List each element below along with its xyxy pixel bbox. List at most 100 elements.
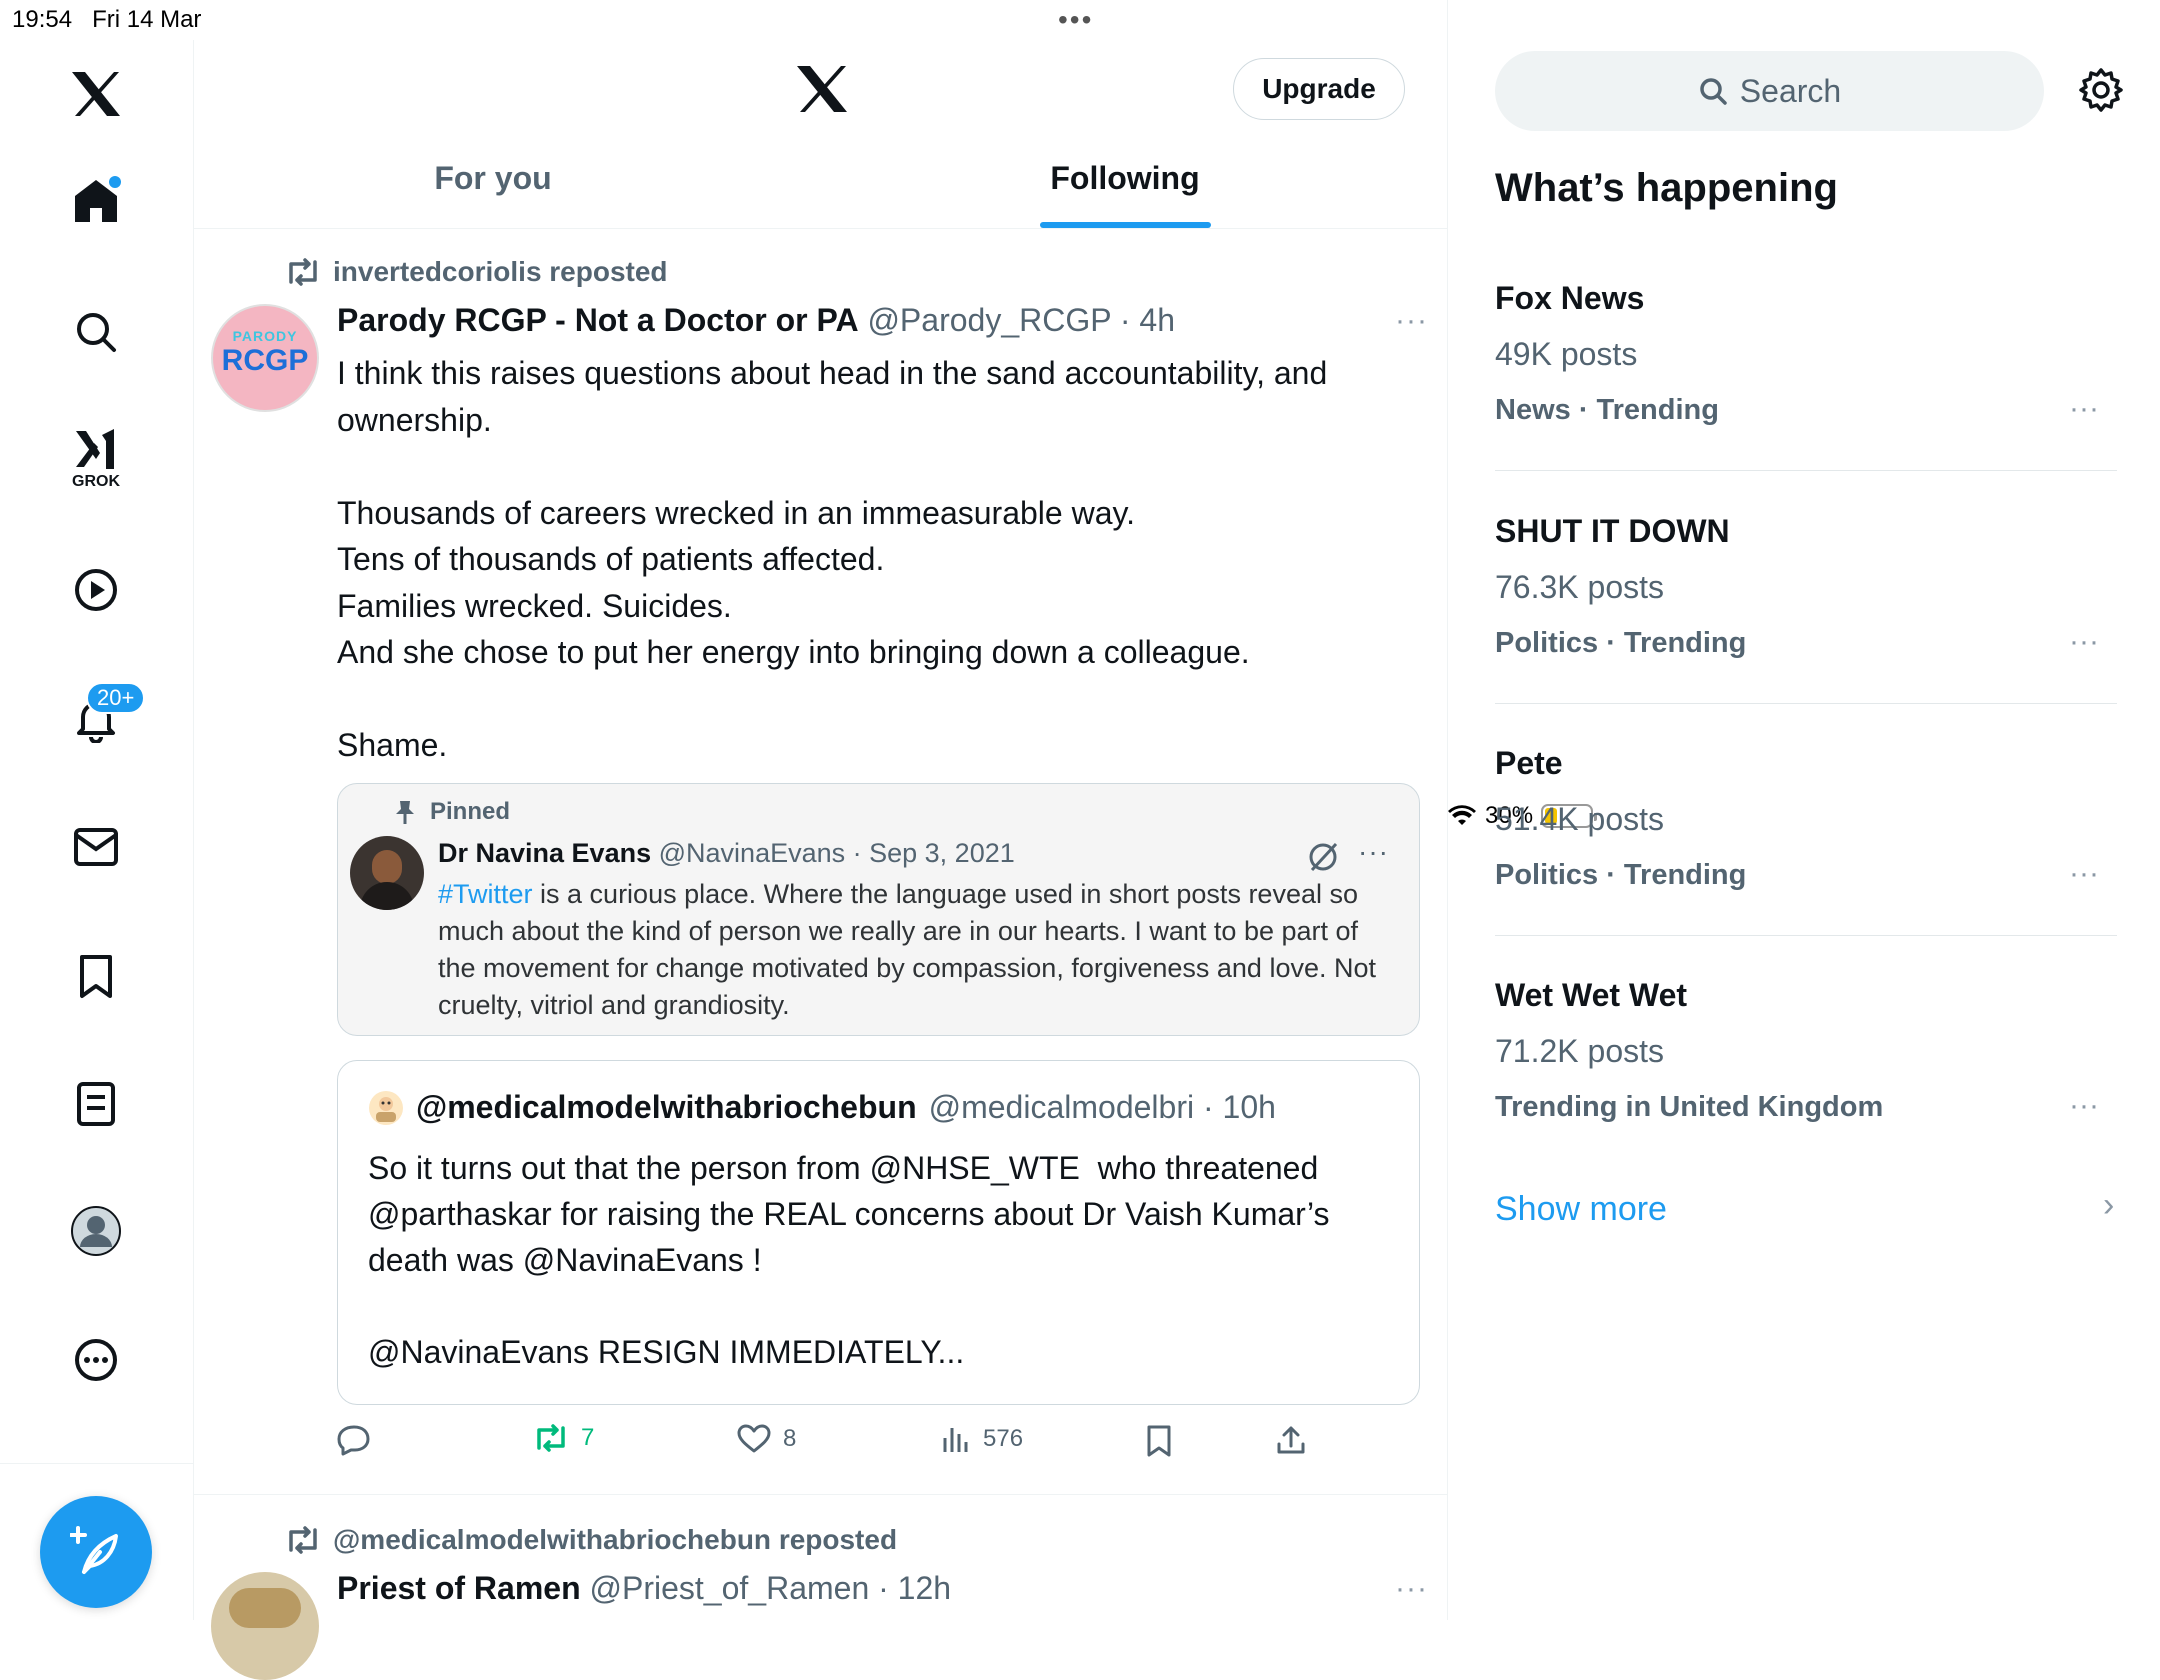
status-time: 19:54 Fri 14 Mar: [12, 6, 202, 33]
pinned-author-name[interactable]: Dr Navina Evans: [438, 838, 651, 868]
dot-separator: ·: [845, 838, 870, 868]
quoted-post-text: So it turns out that the person from @NH…: [368, 1150, 1330, 1370]
navina-avatar[interactable]: [350, 836, 424, 910]
quoted-author-handle: @medicalmodelbri · 10h: [928, 1089, 1276, 1125]
header-divider: [193, 228, 1447, 229]
nav-divider: [0, 1463, 193, 1464]
grok-label: GROK: [72, 473, 120, 490]
trend-posts: 71.2K posts: [1495, 1033, 1664, 1069]
trend-title: Pete: [1495, 745, 1563, 781]
author-name[interactable]: Parody RCGP - Not a Doctor or PA: [337, 302, 859, 338]
compose-post-button[interactable]: [40, 1496, 152, 1608]
post2-author-handle[interactable]: @Priest_of_Ramen: [590, 1570, 870, 1606]
quoted-author-name[interactable]: @medicalmodelwithabriochebun: [416, 1089, 917, 1126]
pinned-quote-card[interactable]: Pinned Dr Navina Evans @NavinaEvans · Se…: [337, 783, 1420, 1036]
like-button[interactable]: 8: [737, 1424, 796, 1454]
trend-category: Politics · Trending: [1495, 859, 1747, 891]
post-author-line: Parody RCGP - Not a Doctor or PA @Parody…: [337, 302, 1175, 339]
show-more-link[interactable]: Show more: [1495, 1190, 1667, 1229]
trend-more-icon[interactable]: ···: [2069, 625, 2099, 659]
lists-document-icon[interactable]: [63, 1071, 129, 1137]
settings-gear-icon[interactable]: [2077, 66, 2125, 114]
repost-by-label-2: @medicalmodelwithabriochebun reposted: [333, 1524, 898, 1555]
bookmark-icon: [1147, 1425, 1171, 1457]
trend-more-icon[interactable]: ···: [2069, 857, 2099, 891]
trend-category: News · Trending: [1495, 394, 1719, 426]
pinned-quote-text: #Twitter is a curious place. Where the l…: [438, 879, 1376, 1020]
messages-envelope-icon[interactable]: [63, 814, 129, 880]
hashtag-link[interactable]: #Twitter: [438, 879, 533, 909]
notifications-badge: 20+: [86, 682, 146, 714]
search-field[interactable]: Search: [1495, 51, 2044, 131]
trend-title: Fox News: [1495, 280, 1645, 316]
heart-icon: [737, 1424, 771, 1453]
trend-title: SHUT IT DOWN: [1495, 513, 1730, 549]
quoted-author-line: @medicalmodelwithabriochebun @medicalmod…: [368, 1089, 1276, 1126]
left-nav: GROK 20+: [0, 40, 194, 1620]
bookmarks-icon[interactable]: [63, 944, 129, 1010]
pinned-label: Pinned: [430, 798, 511, 825]
trend-posts: 76.3K posts: [1495, 569, 1664, 605]
reply-button[interactable]: [337, 1424, 371, 1456]
repost-button[interactable]: 7: [533, 1424, 594, 1452]
search-icon[interactable]: [63, 299, 129, 365]
upgrade-button[interactable]: Upgrade: [1233, 58, 1405, 120]
post2-author-line: Priest of Ramen @Priest_of_Ramen · 12h: [337, 1570, 951, 1607]
views-button[interactable]: 576: [941, 1424, 1023, 1454]
trend-category: Trending in United Kingdom: [1495, 1091, 1884, 1123]
tab-for-you[interactable]: For you: [373, 160, 613, 197]
dot-separator: ·: [1110, 302, 1140, 338]
views-count: 576: [983, 1425, 1024, 1452]
repost-context[interactable]: invertedcoriolis reposted: [285, 256, 668, 288]
repost-by-label: invertedcoriolis reposted: [333, 256, 668, 287]
search-placeholder: Search: [1739, 72, 1842, 109]
home-icon[interactable]: [63, 168, 129, 234]
trend-more-icon[interactable]: ···: [2069, 392, 2099, 426]
repost-icon: [289, 258, 317, 286]
pinned-context: Pinned: [394, 798, 510, 826]
priest-avatar[interactable]: [211, 1572, 319, 1680]
whats-happening-heading: What’s happening: [1495, 166, 1838, 210]
quoted-author-avatar-icon: [369, 1090, 403, 1125]
feather-plus-icon: [70, 1526, 118, 1574]
profile-avatar-icon[interactable]: [63, 1198, 129, 1264]
post-more-icon[interactable]: ···: [1395, 304, 1428, 338]
share-button[interactable]: [1275, 1424, 1307, 1456]
grok-ring-icon[interactable]: [1306, 840, 1340, 874]
post2-time[interactable]: 12h: [898, 1570, 951, 1606]
pinned-author-handle[interactable]: @NavinaEvans: [659, 838, 846, 868]
post-time[interactable]: 4h: [1139, 302, 1175, 338]
trend-title: Wet Wet Wet: [1495, 977, 1688, 1013]
dot-separator: ·: [869, 1570, 898, 1606]
post2-author-name[interactable]: Priest of Ramen: [337, 1570, 581, 1606]
post2-more-icon[interactable]: ···: [1395, 1572, 1428, 1606]
rcgp-avatar[interactable]: PARODY RCGP: [211, 304, 319, 412]
trend-posts: 49K posts: [1495, 336, 1638, 372]
grok-icon[interactable]: GROK: [63, 426, 129, 492]
trend-divider: [1495, 935, 2117, 936]
video-play-icon[interactable]: [63, 557, 129, 623]
repost-context-2[interactable]: @medicalmodelwithabriochebun reposted: [285, 1524, 897, 1556]
post-divider: [193, 1494, 1447, 1495]
pinned-more-icon[interactable]: ···: [1358, 836, 1389, 868]
bookmark-button[interactable]: [1145, 1424, 1173, 1458]
post-text: I think this raises questions about head…: [337, 355, 1328, 763]
repost-icon: [289, 1526, 317, 1554]
trend-divider: [1495, 470, 2117, 471]
pin-icon: [396, 801, 414, 824]
search-field-icon: [1700, 78, 1727, 105]
pinned-date[interactable]: Sep 3, 2021: [869, 838, 1015, 868]
repost-count: 7: [581, 1424, 595, 1451]
like-count: 8: [783, 1425, 797, 1452]
main-timeline: Upgrade For you Following invertedcoriol…: [193, 0, 1448, 1680]
trend-more-icon[interactable]: ···: [2069, 1089, 2099, 1123]
chevron-right-icon[interactable]: ›: [2103, 1186, 2114, 1225]
pinned-author-line: Dr Navina Evans @NavinaEvans · Sep 3, 20…: [438, 838, 1015, 869]
more-options-circle-icon[interactable]: [63, 1327, 129, 1393]
author-handle[interactable]: @Parody_RCGP: [867, 302, 1111, 338]
x-logo-icon[interactable]: [63, 61, 129, 127]
tab-following[interactable]: Following: [1005, 160, 1245, 197]
views-chart-icon: [943, 1428, 968, 1452]
quoted-post-card[interactable]: @medicalmodelwithabriochebun @medicalmod…: [337, 1060, 1420, 1405]
share-icon: [1277, 1426, 1305, 1454]
